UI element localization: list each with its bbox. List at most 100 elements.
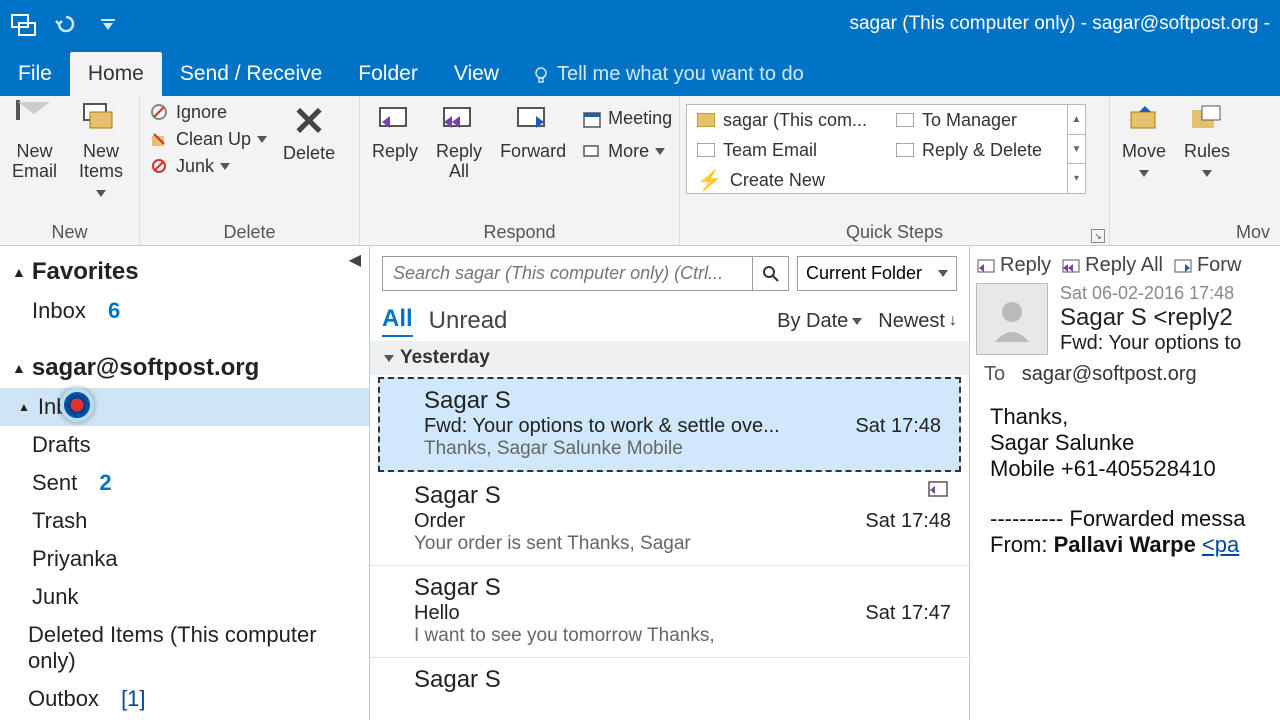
reply-all-button[interactable]: Reply All [430, 100, 488, 184]
forward-button[interactable]: Forward [494, 100, 572, 164]
undo-icon[interactable] [52, 10, 80, 38]
quick-steps-gallery[interactable]: sagar (This com... To Manager Team Email… [686, 104, 1086, 194]
account-header[interactable]: ▲sagar@softpost.org [0, 348, 369, 388]
nav-collapse-icon[interactable]: ◀ [349, 250, 361, 270]
tab-send-receive[interactable]: Send / Receive [162, 52, 340, 96]
reading-reply[interactable]: Reply [976, 254, 1051, 277]
tell-me[interactable]: Tell me what you want to do [517, 53, 818, 96]
priyanka-folder[interactable]: Priyanka [0, 540, 369, 578]
reply-button[interactable]: Reply [366, 100, 424, 164]
rules-label: Rules [1184, 142, 1230, 182]
fwd-from: From: Pallavi Warpe <pa [990, 532, 1274, 558]
msg-from: Sagar S [414, 482, 951, 510]
filter-unread[interactable]: Unread [429, 307, 508, 335]
group-new-label: New [6, 220, 133, 243]
drafts-folder[interactable]: Drafts [0, 426, 369, 464]
cleanup-label: Clean Up [176, 129, 251, 150]
reading-forward[interactable]: Forw [1173, 254, 1241, 277]
tab-home[interactable]: Home [70, 52, 162, 96]
new-email-icon [16, 102, 54, 140]
sent-folder[interactable]: Sent 2 [0, 464, 369, 502]
msg-time: Sat 17:48 [865, 510, 951, 533]
to-manager-icon [896, 113, 914, 127]
msg-preview: Your order is sent Thanks, Sagar [414, 533, 951, 555]
reply-all-icon [440, 102, 478, 140]
msg-time: Sat 17:47 [865, 602, 951, 625]
msg-subject: Hello [414, 602, 460, 625]
msg-from: Sagar S [414, 666, 951, 694]
message-item-2[interactable]: Sagar S HelloSat 17:47 I want to see you… [370, 566, 969, 658]
move-label: Move [1122, 142, 1166, 182]
reading-reply-all[interactable]: Reply All [1061, 254, 1163, 277]
forward-icon [514, 102, 552, 140]
qs-scroll[interactable]: ▲▼▾ [1067, 105, 1085, 193]
new-items-label: New Items [75, 142, 127, 201]
junk-folder[interactable]: Junk [0, 578, 369, 616]
junk-label: Junk [176, 156, 214, 177]
lightning-icon: ⚡ [697, 168, 722, 193]
new-items-button[interactable]: New Items [69, 100, 133, 203]
msg-subject: Order [414, 510, 465, 533]
delete-label: Delete [283, 144, 335, 164]
body-thanks: Thanks, [990, 404, 1274, 430]
meeting-label: Meeting [608, 108, 672, 129]
search-input[interactable] [383, 257, 752, 290]
favorites-header[interactable]: ▲Favorites [0, 252, 369, 292]
cursor-indicator [60, 388, 94, 422]
rules-button[interactable]: Rules [1178, 100, 1236, 184]
group-respond-label: Respond [366, 220, 673, 243]
body-name: Sagar Salunke [990, 430, 1274, 456]
search-scope[interactable]: Current Folder [797, 256, 957, 291]
search-icon [762, 265, 780, 283]
sort-order[interactable]: Newest ↓ [878, 310, 957, 333]
cleanup-button[interactable]: Clean Up [146, 127, 271, 152]
outbox-folder[interactable]: Outbox [1] [0, 680, 369, 718]
inbox-folder[interactable]: ▲Inbo [0, 388, 369, 426]
qs-item-3[interactable]: To Manager [886, 105, 1085, 135]
forward-icon [1173, 258, 1193, 274]
search-box[interactable] [382, 256, 789, 291]
tab-file[interactable]: File [0, 52, 70, 96]
sort-by[interactable]: By Date [777, 310, 862, 333]
reading-from: Sagar S <reply2 [1060, 304, 1241, 332]
message-item-3[interactable]: Sagar S [370, 658, 969, 704]
message-item-1[interactable]: Sagar S Order Sat 17:48 Your order is sen… [370, 474, 969, 566]
team-email-icon [697, 143, 715, 157]
qs-dialog-launcher[interactable]: ↘ [1091, 229, 1105, 243]
delete-button[interactable]: ✕ Delete [277, 100, 341, 166]
reply-all-label: Reply All [436, 142, 482, 182]
fav-inbox[interactable]: Inbox 6 [0, 292, 369, 330]
tell-me-label: Tell me what you want to do [557, 63, 804, 86]
meeting-button[interactable]: Meeting [578, 106, 676, 131]
reading-subject: Fwd: Your options to [1060, 332, 1241, 355]
more-icon [582, 142, 602, 162]
trash-folder[interactable]: Trash [0, 502, 369, 540]
delete-icon: ✕ [292, 102, 326, 142]
tab-view[interactable]: View [436, 52, 517, 96]
new-email-button[interactable]: New Email [6, 100, 63, 184]
qs-item-2[interactable]: ⚡Create New [687, 165, 886, 195]
junk-icon [150, 157, 170, 177]
tab-folder[interactable]: Folder [340, 52, 436, 96]
qat-customize-icon[interactable] [94, 10, 122, 38]
ignore-button[interactable]: Ignore [146, 100, 271, 125]
reply-label: Reply [372, 142, 418, 162]
qs-item-4[interactable]: Reply & Delete [886, 135, 1085, 165]
avatar [976, 283, 1048, 355]
filter-all[interactable]: All [382, 305, 413, 337]
fwd-from-link[interactable]: <pa [1202, 532, 1239, 557]
more-button[interactable]: More [578, 139, 676, 164]
ignore-icon [150, 103, 170, 123]
message-item-0[interactable]: Sagar S Fwd: Your options to work & sett… [378, 377, 961, 472]
move-button[interactable]: Move [1116, 100, 1172, 184]
new-items-icon [82, 102, 120, 140]
qs-item-0[interactable]: sagar (This com... [687, 105, 886, 135]
window-title: sagar (This computer only) - sagar@softp… [132, 13, 1280, 35]
search-button[interactable] [752, 257, 788, 290]
date-group[interactable]: Yesterday [370, 341, 969, 375]
qs-item-1[interactable]: Team Email [687, 135, 886, 165]
junk-button[interactable]: Junk [146, 154, 271, 179]
deleted-folder[interactable]: Deleted Items (This computer only) [0, 616, 369, 680]
msg-preview: I want to see you tomorrow Thanks, [414, 625, 951, 647]
cleanup-icon [150, 130, 170, 150]
